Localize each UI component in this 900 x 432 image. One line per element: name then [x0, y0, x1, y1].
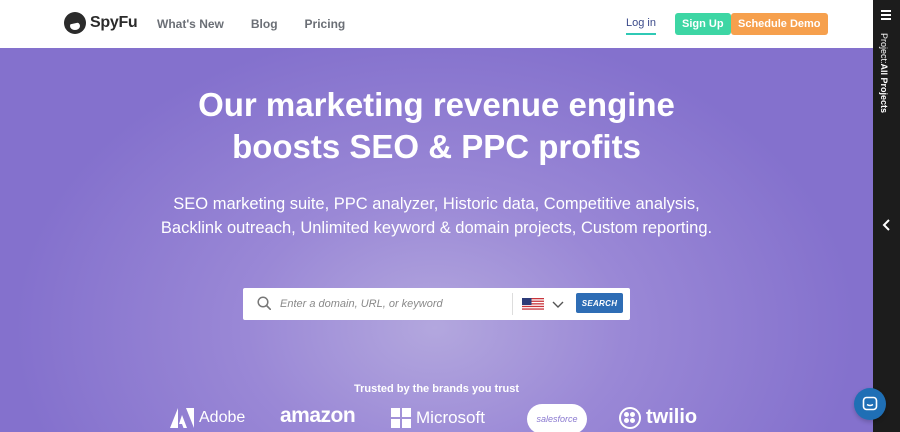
search-icon [257, 296, 271, 310]
projects-sidebar: Project:All Projects [873, 0, 900, 432]
hero-section: Our marketing revenue engine boosts SEO … [0, 48, 873, 432]
search-input[interactable] [280, 294, 510, 314]
trusted-brands-label: Trusted by the brands you trust [353, 383, 520, 395]
twilio-icon [619, 406, 641, 429]
sign-up-button[interactable]: Sign Up [675, 13, 731, 35]
salesforce-cloud-icon: salesforce [527, 404, 587, 432]
us-flag-icon[interactable] [522, 298, 544, 311]
spyfu-logo[interactable]: SpyFu [64, 12, 138, 34]
nav-whats-new[interactable]: What's New [157, 17, 224, 31]
project-value: All Projects [879, 63, 889, 114]
chevron-left-icon[interactable] [881, 218, 893, 232]
login-link[interactable]: Log in [626, 17, 656, 35]
spy-logo-icon [64, 12, 86, 34]
hero-headline: Our marketing revenue engine boosts SEO … [0, 84, 873, 168]
salesforce-text: salesforce [536, 414, 578, 424]
hero-subheading: SEO marketing suite, PPC analyzer, Histo… [160, 195, 713, 237]
main-nav: What's New Blog Pricing [157, 17, 345, 31]
nav-blog[interactable]: Blog [251, 17, 278, 31]
search-divider [512, 293, 513, 315]
nav-pricing[interactable]: Pricing [305, 17, 346, 31]
headline-line-1: Our marketing revenue engine [198, 86, 675, 123]
brand-logos: Adobe amazon Microsoft salesforce twilio [0, 404, 873, 432]
headline-line-2: boosts SEO & PPC profits [232, 128, 641, 165]
project-selector[interactable]: Project:All Projects [879, 33, 889, 113]
search-button[interactable]: SEARCH [576, 293, 623, 313]
chat-widget-button[interactable] [854, 388, 886, 420]
adobe-text: Adobe [199, 409, 246, 426]
twilio-logo: twilio [619, 406, 697, 429]
logo-text: SpyFu [90, 14, 138, 31]
project-label: Project: [879, 33, 889, 64]
chevron-down-icon[interactable] [552, 299, 564, 309]
amazon-text: amazon [280, 404, 356, 427]
microsoft-text: Microsoft [416, 408, 485, 427]
hamburger-menu-icon[interactable] [881, 10, 891, 20]
adobe-logo: Adobe [170, 408, 245, 428]
twilio-text: twilio [646, 406, 698, 428]
schedule-demo-button[interactable]: Schedule Demo [731, 13, 828, 35]
microsoft-logo: Microsoft [391, 408, 485, 428]
chat-icon [862, 396, 878, 411]
amazon-logo: amazon [280, 404, 356, 428]
search-bar: SEARCH [243, 288, 630, 320]
microsoft-icon [391, 408, 411, 428]
salesforce-logo: salesforce [527, 404, 587, 432]
adobe-icon [170, 408, 194, 428]
top-navigation-bar: SpyFu What's New Blog Pricing Log in Sig… [0, 0, 873, 48]
